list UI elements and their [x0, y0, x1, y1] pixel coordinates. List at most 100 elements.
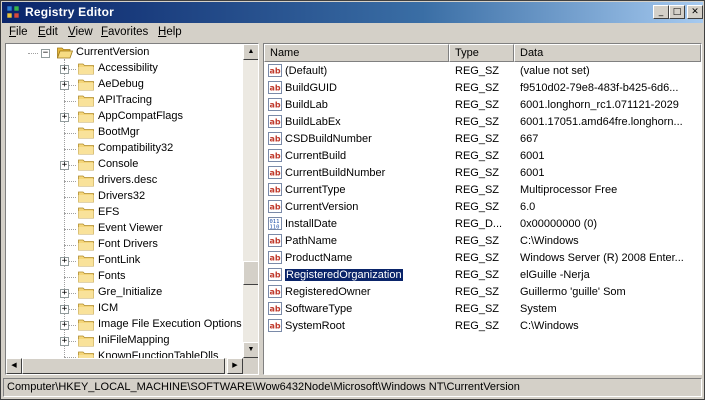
- tree-item[interactable]: + AeDebug: [6, 77, 243, 93]
- value-row[interactable]: ab ProductName REG_SZ Windows Server (R) 20…: [264, 250, 701, 267]
- scroll-left-button[interactable]: ◀: [6, 358, 22, 374]
- expand-plus-icon[interactable]: +: [60, 257, 69, 266]
- svg-text:110: 110: [270, 225, 280, 231]
- tree-item[interactable]: + Console: [6, 157, 243, 173]
- menu-edit[interactable]: Edit: [38, 26, 58, 38]
- value-data: 6001.17051.amd64fre.longhorn...: [520, 116, 683, 128]
- value-row[interactable]: ab CSDBuildNumber REG_SZ 667: [264, 131, 701, 148]
- value-row[interactable]: ab RegisteredOrganization REG_SZ elGuille -…: [264, 267, 701, 284]
- tree-item[interactable]: Font Drivers: [6, 237, 243, 253]
- value-row[interactable]: ab PathName REG_SZ C:\Windows: [264, 233, 701, 250]
- folder-icon: [78, 335, 94, 347]
- value-name: ProductName: [285, 252, 353, 264]
- tree-horizontal-scrollbar[interactable]: ◀ ▶: [6, 358, 243, 374]
- expand-plus-icon[interactable]: +: [60, 113, 69, 122]
- title-bar[interactable]: Registry Editor _ □ ✕: [2, 2, 703, 23]
- menu-file[interactable]: File: [9, 26, 28, 38]
- tree-item[interactable]: EFS: [6, 205, 243, 221]
- tree-item[interactable]: Compatibility32: [6, 141, 243, 157]
- scroll-thumb[interactable]: [243, 261, 258, 285]
- value-row[interactable]: ab BuildLabEx REG_SZ 6001.17051.amd64fre.lo…: [264, 114, 701, 131]
- expand-plus-icon[interactable]: +: [60, 161, 69, 170]
- values-list[interactable]: Name Type Data ab (Default) REG_SZ (value n…: [263, 43, 702, 375]
- string-value-icon: ab: [268, 115, 282, 128]
- value-row[interactable]: ab CurrentType REG_SZ Multiprocessor Free: [264, 182, 701, 199]
- tree-item[interactable]: Fonts: [6, 269, 243, 285]
- maximize-button[interactable]: □: [669, 5, 685, 19]
- tree-item[interactable]: Drivers32: [6, 189, 243, 205]
- scroll-right-button[interactable]: ▶: [227, 358, 243, 374]
- tree-item-current[interactable]: − CurrentVersion: [6, 45, 243, 61]
- value-type: REG_D...: [455, 218, 503, 230]
- folder-icon: [78, 207, 94, 219]
- tree-item[interactable]: + ICM: [6, 301, 243, 317]
- tree-item-label: Gre_Initialize: [98, 286, 163, 298]
- value-type: REG_SZ: [455, 252, 500, 264]
- value-type: REG_SZ: [455, 65, 500, 77]
- tree-vertical-scrollbar[interactable]: ▲ ▼: [243, 44, 258, 358]
- value-row[interactable]: ab (Default) REG_SZ (value not set): [264, 63, 701, 80]
- expand-plus-icon[interactable]: +: [60, 289, 69, 298]
- hscroll-thumb[interactable]: [22, 358, 225, 374]
- tree-item[interactable]: + Gre_Initialize: [6, 285, 243, 301]
- tree-item[interactable]: + AppCompatFlags: [6, 109, 243, 125]
- scroll-down-button[interactable]: ▼: [243, 342, 258, 358]
- menu-favorites[interactable]: Favorites: [101, 26, 148, 38]
- folder-icon: [78, 287, 94, 299]
- close-button[interactable]: ✕: [687, 5, 703, 19]
- value-type: REG_SZ: [455, 286, 500, 298]
- value-data: 6.0: [520, 201, 536, 213]
- value-row[interactable]: ab CurrentBuildNumber REG_SZ 6001: [264, 165, 701, 182]
- column-header-type[interactable]: Type: [449, 44, 514, 62]
- value-type: REG_SZ: [455, 150, 500, 162]
- scroll-up-button[interactable]: ▲: [243, 44, 258, 60]
- value-row[interactable]: ab CurrentBuild REG_SZ 6001: [264, 148, 701, 165]
- tree-item[interactable]: + Accessibility: [6, 61, 243, 77]
- key-tree[interactable]: − CurrentVersion + Accessibility + AeDebug A…: [5, 43, 259, 375]
- expand-plus-icon[interactable]: +: [60, 305, 69, 314]
- string-value-icon: ab: [268, 234, 282, 247]
- tree-item[interactable]: + Image File Execution Options: [6, 317, 243, 333]
- column-header-data[interactable]: Data: [514, 44, 701, 62]
- folder-icon: [78, 79, 94, 91]
- folder-icon: [78, 319, 94, 331]
- menu-view[interactable]: View: [68, 26, 93, 38]
- tree-item[interactable]: drivers.desc: [6, 173, 243, 189]
- registry-editor-icon: [6, 5, 20, 19]
- menu-help[interactable]: Help: [158, 26, 182, 38]
- value-row[interactable]: ab BuildGUID REG_SZ f9510d02-79e8-483f-b425…: [264, 80, 701, 97]
- expand-plus-icon[interactable]: +: [60, 321, 69, 330]
- value-name: InstallDate: [285, 218, 337, 230]
- value-row[interactable]: ab SoftwareType REG_SZ System: [264, 301, 701, 318]
- column-header-name[interactable]: Name: [264, 44, 449, 62]
- minimize-button[interactable]: _: [653, 5, 669, 19]
- expand-plus-icon[interactable]: +: [60, 81, 69, 90]
- tree-item[interactable]: + IniFileMapping: [6, 333, 243, 349]
- value-name: SoftwareType: [285, 303, 353, 315]
- svg-text:ab: ab: [270, 118, 281, 127]
- expand-plus-icon[interactable]: +: [60, 65, 69, 74]
- value-row[interactable]: 011 110 InstallDate REG_D... 0x00000000 (0): [264, 216, 701, 233]
- expand-plus-icon[interactable]: +: [60, 337, 69, 346]
- collapse-expander-icon[interactable]: −: [41, 49, 50, 58]
- value-type: REG_SZ: [455, 133, 500, 145]
- string-value-icon: ab: [268, 285, 282, 298]
- tree-item-label: Image File Execution Options: [98, 318, 242, 330]
- value-row[interactable]: ab RegisteredOwner REG_SZ Guillermo 'guille…: [264, 284, 701, 301]
- tree-item[interactable]: Event Viewer: [6, 221, 243, 237]
- value-row[interactable]: ab BuildLab REG_SZ 6001.longhorn_rc1.071121…: [264, 97, 701, 114]
- scrollbar-corner: [243, 358, 258, 374]
- tree-item[interactable]: + FontLink: [6, 253, 243, 269]
- tree-item[interactable]: APITracing: [6, 93, 243, 109]
- value-type: REG_SZ: [455, 99, 500, 111]
- tree-item[interactable]: BootMgr: [6, 125, 243, 141]
- tree-item-label: BootMgr: [98, 126, 140, 138]
- folder-icon: [78, 175, 94, 187]
- tree-item-label: Event Viewer: [98, 222, 163, 234]
- svg-text:ab: ab: [270, 67, 281, 76]
- tree-item-label: APITracing: [98, 94, 153, 106]
- value-row[interactable]: ab SystemRoot REG_SZ C:\Windows: [264, 318, 701, 335]
- value-row[interactable]: ab CurrentVersion REG_SZ 6.0: [264, 199, 701, 216]
- folder-icon: [78, 239, 94, 251]
- folder-icon: [78, 271, 94, 283]
